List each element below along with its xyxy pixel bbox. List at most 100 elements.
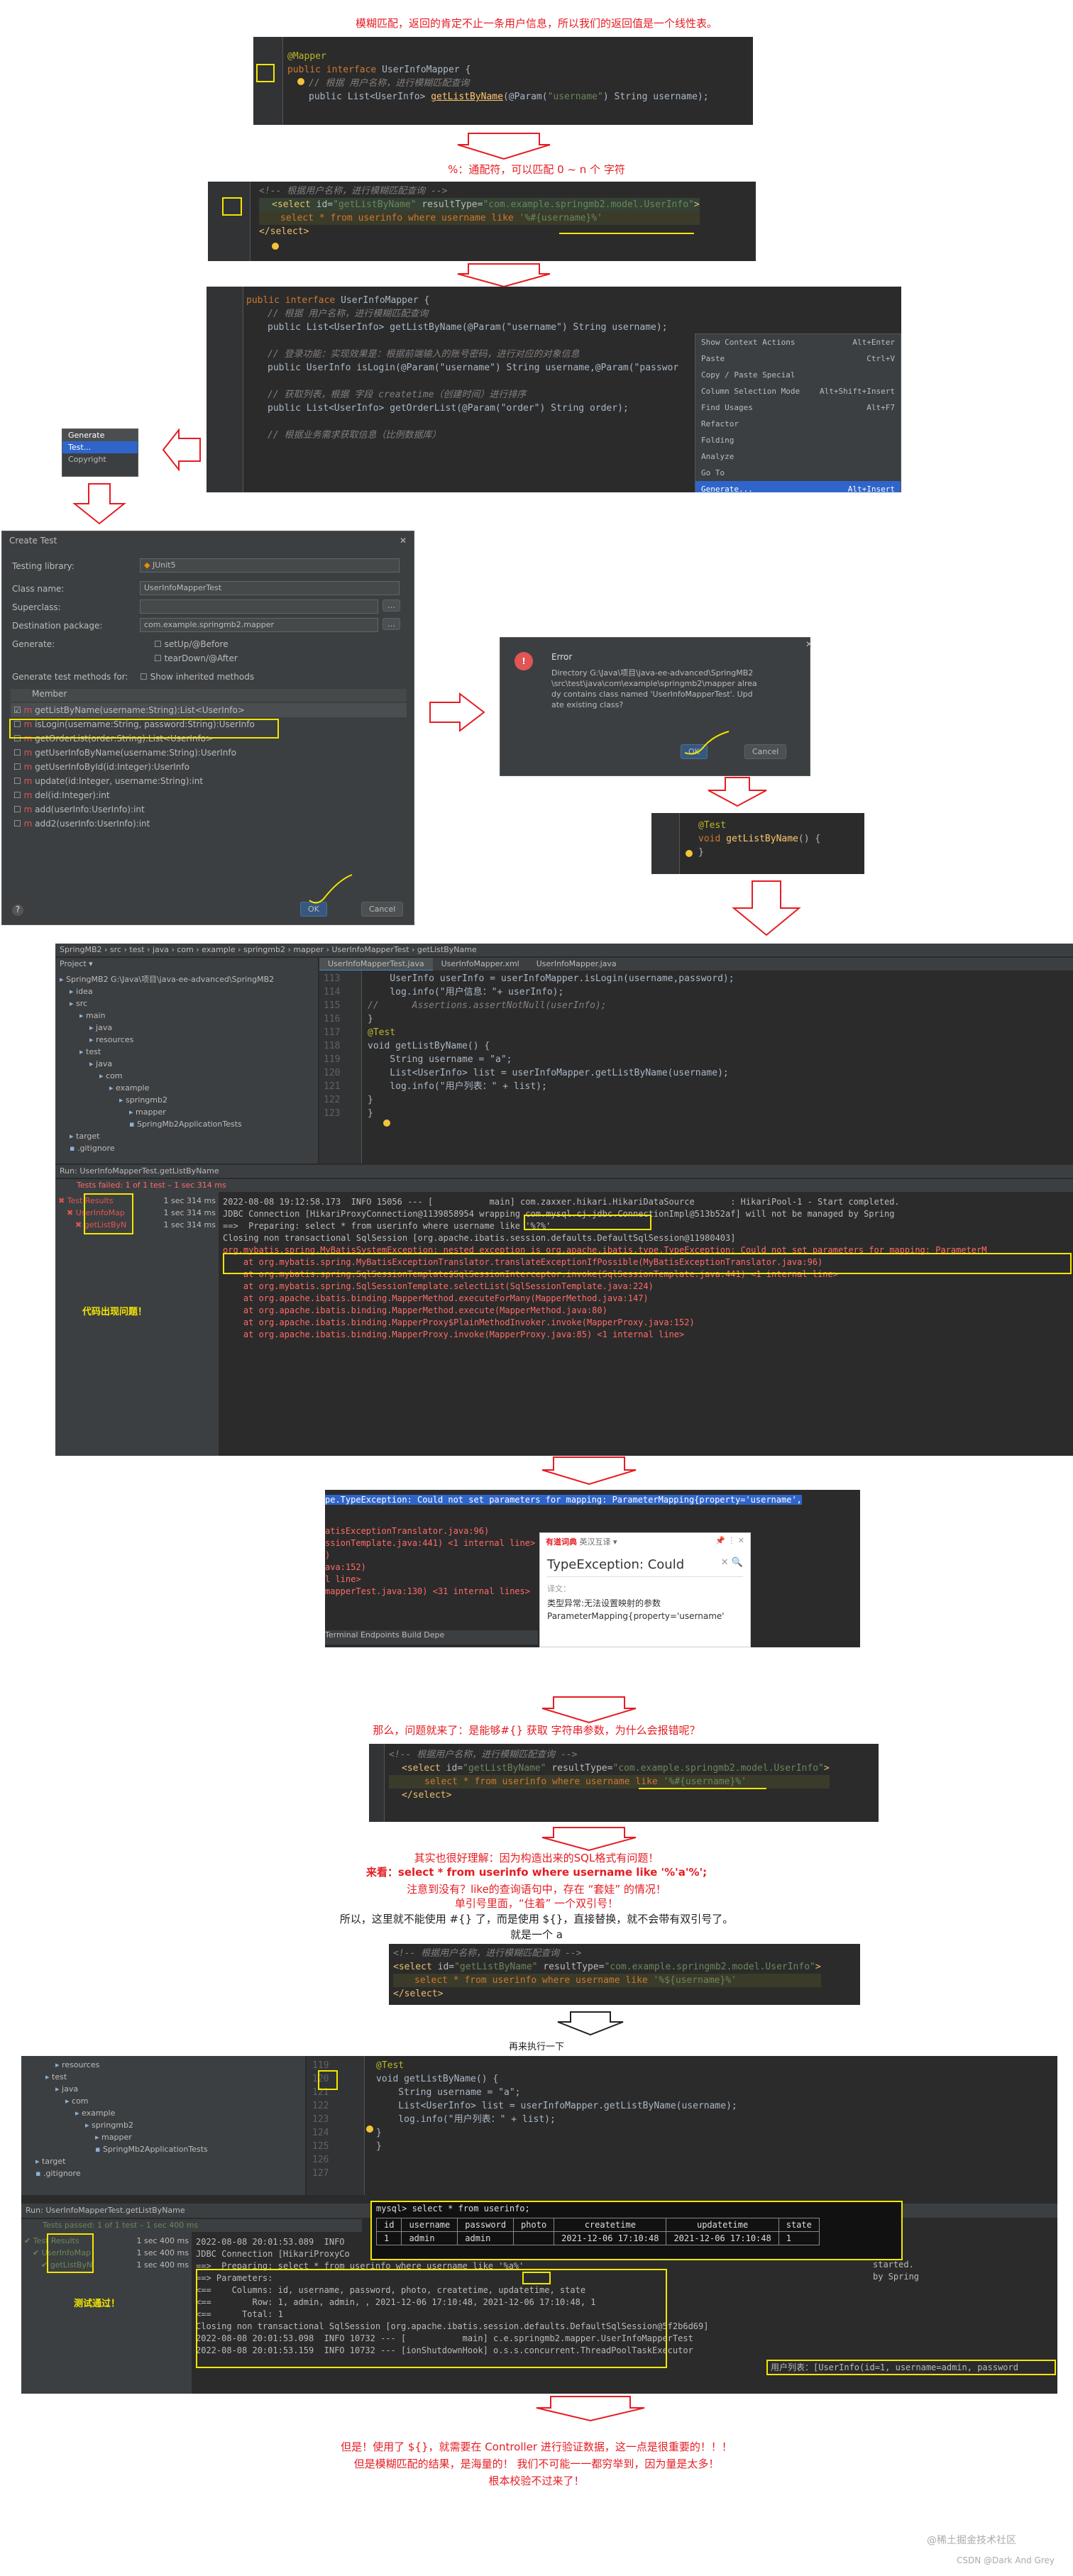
member-checkbox[interactable]: ☐: [13, 776, 24, 786]
test-result-item[interactable]: ✖ UserInfoMap 1 sec 314 ms: [58, 1207, 216, 1219]
context-menu-item[interactable]: Go To: [695, 465, 901, 481]
context-menu-item[interactable]: Analyze: [695, 448, 901, 465]
member-row[interactable]: ☐ m del(id:Integer):int: [11, 788, 407, 802]
breadcrumb-item[interactable]: SpringMB2 ›: [60, 945, 110, 954]
context-menu-item[interactable]: Paste Ctrl+V: [695, 350, 901, 367]
input-superclass[interactable]: [140, 599, 378, 614]
bulb-icon[interactable]: [383, 1120, 390, 1127]
tree-item[interactable]: ▸ test: [60, 1046, 314, 1058]
checkbox-teardown[interactable]: ☐ tearDown/@After: [154, 653, 238, 663]
member-row[interactable]: ☐ m getUserInfoByName(username:String):U…: [11, 746, 407, 760]
browse-destination-button[interactable]: …: [383, 618, 400, 630]
bulb-icon[interactable]: [366, 2126, 373, 2133]
tool-tab[interactable]: Depe: [424, 1630, 444, 1640]
bulb-icon[interactable]: [297, 78, 304, 85]
tree-item[interactable]: ▸ com: [60, 1070, 314, 1082]
breadcrumb-item[interactable]: src ›: [110, 945, 129, 954]
bulb-icon[interactable]: [272, 243, 279, 250]
translate-mode[interactable]: 英汉互译 ▾: [580, 1537, 617, 1547]
folder-icon: ▪: [129, 1120, 137, 1129]
translate-query[interactable]: TypeException: Could: [547, 1557, 684, 1572]
tree-item[interactable]: ▸ main: [60, 1010, 314, 1022]
editor-tab[interactable]: UserInfoMapper.xml: [433, 958, 528, 970]
tool-tab[interactable]: Build: [402, 1630, 424, 1640]
tree-item[interactable]: ▸ example: [60, 1082, 314, 1094]
close-icon[interactable]: ✕: [738, 1536, 744, 1545]
member-row[interactable]: ☐ m add(userInfo:UserInfo):int: [11, 802, 407, 817]
tree-item[interactable]: ▸ springmb2: [60, 1094, 314, 1106]
input-class-name[interactable]: UserInfoMapperTest: [140, 581, 400, 595]
tree-item[interactable]: ▸ example: [26, 2107, 301, 2119]
bulb-icon[interactable]: [686, 850, 693, 857]
tree-item[interactable]: ▸ com: [26, 2095, 301, 2107]
run-tab[interactable]: UserInfoMapperTest.getListByName: [79, 1166, 219, 1176]
tree-item[interactable]: ▸ java: [60, 1058, 314, 1070]
test-result-item[interactable]: ✖ getListByN 1 sec 314 ms: [58, 1219, 216, 1231]
tree-item[interactable]: ▸ springmb2: [26, 2119, 301, 2131]
tree-item[interactable]: ▸ target: [26, 2155, 301, 2167]
menu-item-test[interactable]: Test...: [62, 441, 138, 453]
run-tab[interactable]: UserInfoMapperTest.getListByName: [45, 2206, 185, 2215]
help-button[interactable]: ?: [12, 905, 23, 916]
member-label: getUserInfoById(id:Integer):UserInfo: [35, 762, 189, 772]
member-checkbox[interactable]: ☐: [13, 762, 24, 772]
tree-item[interactable]: ▪ SpringMb2ApplicationTests: [60, 1118, 314, 1130]
member-row[interactable]: ☐ m add2(userInfo:UserInfo):int: [11, 817, 407, 831]
breadcrumb-item[interactable]: UserInfoMapperTest ›: [331, 945, 417, 954]
breadcrumb-item[interactable]: test ›: [129, 945, 153, 954]
context-menu-item[interactable]: Copy / Paste Special: [695, 367, 901, 383]
tree-item[interactable]: ▸ SpringMB2 G:\Java\项目\java-ee-advanced\…: [60, 973, 314, 985]
cancel-button[interactable]: Cancel: [744, 744, 787, 759]
context-menu-item[interactable]: Find Usages Alt+F7: [695, 399, 901, 416]
tree-item[interactable]: ▸ src: [60, 997, 314, 1010]
member-checkbox[interactable]: ☐: [13, 790, 24, 800]
breadcrumb-item[interactable]: mapper ›: [293, 945, 331, 954]
breadcrumb-item[interactable]: java ›: [153, 945, 177, 954]
tool-tab[interactable]: Endpoints: [361, 1630, 402, 1640]
editor-tab[interactable]: UserInfoMapperTest.java: [319, 958, 433, 971]
cancel-button[interactable]: Cancel: [361, 902, 404, 917]
pin-icon[interactable]: 📌: [715, 1536, 725, 1545]
tree-item[interactable]: ▸ java: [60, 1022, 314, 1034]
tree-item[interactable]: ▸ mapper: [60, 1106, 314, 1118]
gutter-highlight: [256, 64, 275, 82]
select-destination[interactable]: com.example.springmb2.mapper: [140, 618, 378, 632]
context-menu-item[interactable]: Column Selection Mode Alt+Shift+Insert: [695, 383, 901, 399]
tree-item[interactable]: ▪ SpringMb2ApplicationTests: [26, 2143, 301, 2155]
tree-item[interactable]: ▸ target: [60, 1130, 314, 1142]
tree-item[interactable]: ▸ mapper: [26, 2131, 301, 2143]
breadcrumb-item[interactable]: springmb2 ›: [243, 945, 293, 954]
member-row[interactable]: ☐ m getUserInfoById(id:Integer):UserInfo: [11, 760, 407, 774]
test-result-item[interactable]: ✖ Test Results 1 sec 314 ms: [58, 1195, 216, 1207]
checkbox-setup[interactable]: ☐ setUp/@Before: [154, 639, 229, 649]
breadcrumb-item[interactable]: example ›: [202, 945, 243, 954]
tree-item[interactable]: ▪ .gitignore: [60, 1142, 314, 1154]
member-checkbox[interactable]: ☐: [13, 819, 24, 829]
editor-tab[interactable]: UserInfoMapper.java: [528, 958, 625, 970]
tree-item[interactable]: ▸ idea: [60, 985, 314, 997]
member-checkbox[interactable]: ☐: [13, 748, 24, 758]
menu-item-copyright[interactable]: Copyright: [62, 453, 138, 465]
member-checkbox[interactable]: ☑: [13, 705, 24, 715]
breadcrumb-item[interactable]: getListByName: [417, 945, 477, 954]
member-row[interactable]: ☑ m getListByName(username:String):List<…: [11, 703, 407, 717]
context-menu-item[interactable]: Show Context Actions Alt+Enter: [695, 334, 901, 350]
browse-superclass-button[interactable]: …: [383, 599, 400, 612]
tree-item[interactable]: ▸ resources: [26, 2059, 301, 2071]
context-menu-item[interactable]: Folding: [695, 432, 901, 448]
close-icon[interactable]: ✕: [400, 536, 407, 546]
search-icon[interactable]: ✕ 🔍: [721, 1557, 743, 1572]
member-row[interactable]: ☐ m update(id:Integer, username:String):…: [11, 774, 407, 788]
tree-item[interactable]: ▸ test: [26, 2071, 301, 2083]
checkbox-inherited[interactable]: ☐ Show inherited methods: [140, 672, 254, 682]
tool-tab[interactable]: Terminal: [325, 1630, 361, 1640]
close-icon[interactable]: ✕: [805, 639, 813, 649]
context-menu-item[interactable]: Refactor: [695, 416, 901, 432]
tree-item[interactable]: ▪ .gitignore: [26, 2167, 301, 2179]
tree-item[interactable]: ▸ resources: [60, 1034, 314, 1046]
context-menu-item[interactable]: Generate... Alt+Insert: [695, 481, 901, 492]
tree-item[interactable]: ▸ java: [26, 2083, 301, 2095]
breadcrumb-item[interactable]: com ›: [177, 945, 202, 954]
member-checkbox[interactable]: ☐: [13, 805, 24, 814]
select-testing-library[interactable]: ◆ JUnit5: [140, 558, 400, 573]
